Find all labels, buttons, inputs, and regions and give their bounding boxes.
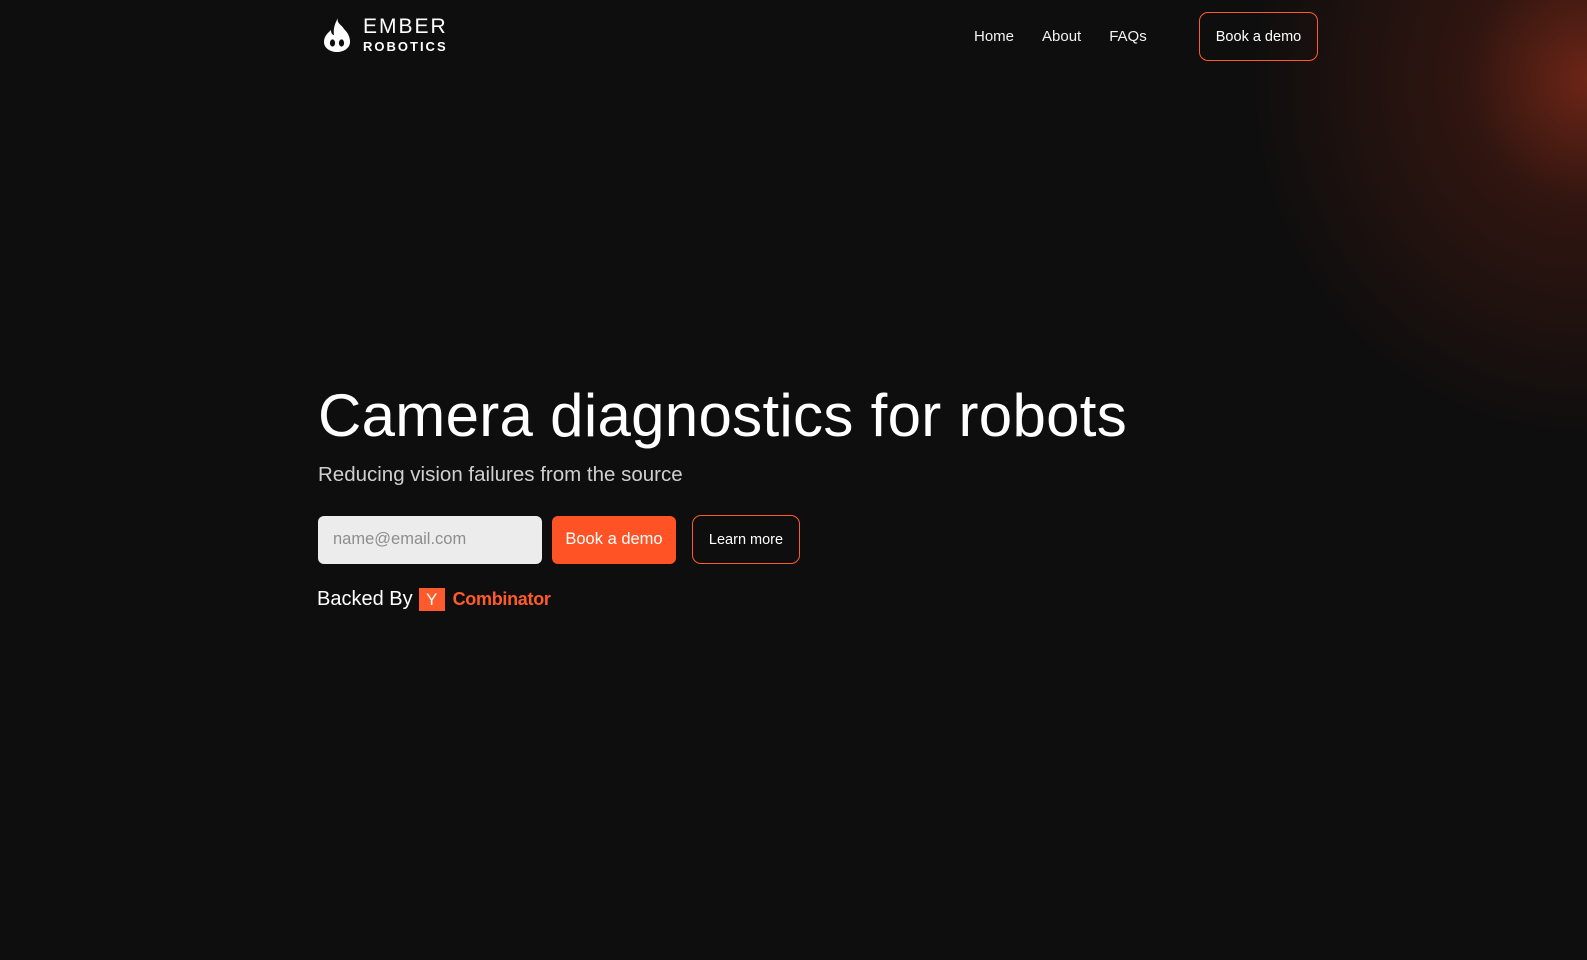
y-combinator-wordmark: Combinator — [452, 589, 551, 609]
brand-name-line1: EMBER — [363, 15, 448, 38]
hero-section: Camera diagnostics for robots Reducing v… — [318, 380, 1127, 488]
brand-logo[interactable]: EMBER ROBOTICS — [322, 16, 448, 53]
hero-title: Camera diagnostics for robots — [318, 382, 1128, 449]
backed-by: Backed By Y Combinator — [317, 588, 551, 611]
hero-subtitle: Reducing vision failures from the source — [318, 463, 683, 486]
header-book-demo-button[interactable]: Book a demo — [1199, 12, 1318, 61]
nav-faqs[interactable]: FAQs — [1109, 28, 1147, 45]
demo-signup-form: Book a demo Learn more — [318, 515, 800, 564]
brand-name: EMBER ROBOTICS — [363, 16, 448, 53]
nav-home[interactable]: Home — [974, 28, 1014, 45]
y-combinator-logo-icon: Y — [418, 588, 445, 611]
nav-about[interactable]: About — [1042, 28, 1081, 45]
book-demo-button[interactable]: Book a demo — [552, 515, 676, 564]
site-header: EMBER ROBOTICS Home About FAQs Book a de… — [0, 0, 1587, 72]
main-nav: Home About FAQs — [974, 28, 1147, 45]
learn-more-button[interactable]: Learn more — [692, 515, 800, 564]
brand-name-line2: ROBOTICS — [363, 39, 448, 54]
email-input[interactable] — [318, 515, 542, 564]
backed-by-label: Backed By — [317, 588, 413, 610]
landing-page: EMBER ROBOTICS Home About FAQs Book a de… — [0, 0, 1587, 960]
flame-robot-icon — [324, 17, 350, 52]
